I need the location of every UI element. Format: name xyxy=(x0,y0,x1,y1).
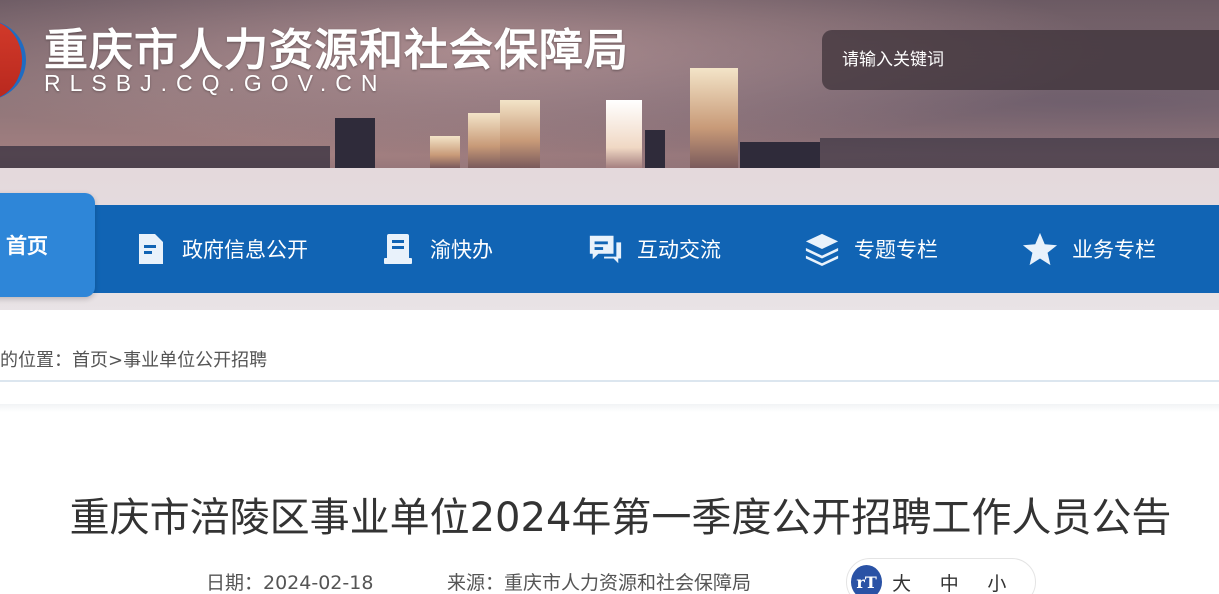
skyline-building xyxy=(645,130,665,168)
nav-item-home[interactable]: 首页 xyxy=(0,193,95,297)
article-source: 来源：重庆市人力资源和社会保障局 xyxy=(447,572,752,594)
skyline-building xyxy=(740,142,820,168)
font-size-small-button[interactable]: 小 xyxy=(987,569,1035,594)
nav-item-yukuaiban[interactable]: 渝快办 xyxy=(380,205,493,293)
layers-icon xyxy=(804,231,840,267)
nav-item-business[interactable]: 业务专栏 xyxy=(1022,205,1156,293)
breadcrumb-divider xyxy=(0,380,1219,382)
site-domain: RLSBJ.CQ.GOV.CN xyxy=(44,70,387,96)
font-size-control: rT 大 中 小 xyxy=(846,558,1036,594)
skyline-building xyxy=(820,138,1219,168)
nav-home-label: 首页 xyxy=(6,234,48,258)
search-input[interactable] xyxy=(842,50,1182,70)
font-size-large-button[interactable]: 大 xyxy=(892,569,940,594)
breadcrumb-current-link[interactable]: 事业单位公开招聘 xyxy=(123,350,267,371)
content-shadow xyxy=(0,404,1219,412)
nav-item-label: 业务专栏 xyxy=(1072,238,1156,262)
breadcrumb: 的位置：首页>事业单位公开招聘 xyxy=(0,346,267,372)
nav-item-label: 政府信息公开 xyxy=(182,238,308,262)
skyline-building xyxy=(500,100,540,168)
skyline-building xyxy=(606,100,642,168)
skyline-building xyxy=(690,68,738,168)
font-size-medium-button[interactable]: 中 xyxy=(940,569,988,594)
search-box[interactable] xyxy=(822,30,1219,90)
nav-item-label: 渝快办 xyxy=(430,238,493,262)
breadcrumb-prefix: 的位置： xyxy=(0,350,72,371)
nav-item-topics[interactable]: 专题专栏 xyxy=(804,205,938,293)
skyline-building xyxy=(430,136,460,168)
nav-item-label: 专题专栏 xyxy=(854,238,938,262)
star-icon xyxy=(1022,231,1058,267)
site-title[interactable]: 重庆市人力资源和社会保障局 xyxy=(44,14,629,78)
skyline-building xyxy=(468,113,500,168)
nav-item-interaction[interactable]: 互动交流 xyxy=(587,205,721,293)
skyline-building xyxy=(0,146,330,168)
chat-icon xyxy=(587,231,623,267)
font-size-icon: rT xyxy=(851,565,883,594)
document-icon xyxy=(132,231,168,267)
nav-item-label: 互动交流 xyxy=(637,238,721,262)
skyline-building xyxy=(335,118,375,168)
nav-item-gov-info[interactable]: 政府信息公开 xyxy=(132,205,308,293)
clipboard-icon xyxy=(380,231,416,267)
article-date: 日期：2024-02-18 xyxy=(206,572,374,594)
breadcrumb-separator: > xyxy=(108,350,124,371)
main-nav: 首页 政府信息公开 渝快办 互动交流 专题专栏 业务专栏 xyxy=(0,193,1219,297)
breadcrumb-home-link[interactable]: 首页 xyxy=(72,350,108,371)
article-title: 重庆市涪陵区事业单位2024年第一季度公开招聘工作人员公告 xyxy=(69,495,1172,541)
